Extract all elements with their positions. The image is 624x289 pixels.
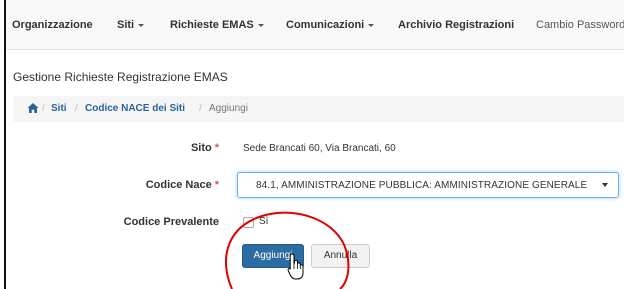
breadcrumb-separator: / [199, 103, 202, 114]
sito-label-text: Sito [190, 142, 212, 154]
nav-comunicazioni-label: Comunicazioni [286, 19, 365, 31]
nav-organizzazione[interactable]: Organizzazione [12, 19, 93, 31]
page-title: Gestione Richieste Registrazione EMAS [13, 70, 228, 84]
codice-prevalente-checkbox[interactable] [243, 217, 254, 228]
chevron-down-icon [602, 183, 608, 187]
chevron-down-icon [257, 23, 264, 27]
sito-label: Sito * [140, 142, 219, 154]
nav-richieste-emas-label: Richieste EMAS [170, 19, 254, 31]
codice-nace-label: Codice Nace * [120, 179, 219, 191]
codice-prevalente-label: Codice Prevalente [123, 216, 219, 228]
nav-siti-label: Siti [117, 19, 135, 31]
breadcrumb-separator: / [42, 103, 45, 114]
required-marker: * [214, 179, 219, 191]
breadcrumb-separator: / [75, 103, 78, 114]
chevron-down-icon [368, 23, 375, 27]
nav-cambio-password[interactable]: Cambio Password [536, 19, 624, 31]
sito-value: Sede Brancati 60, Via Brancati, 60 [243, 143, 396, 154]
chevron-down-icon [138, 23, 145, 27]
home-icon[interactable] [27, 102, 39, 114]
codice-nace-selected-value: 84.1, AMMINISTRAZIONE PUBBLICA: AMMINIST… [256, 180, 588, 191]
codice-nace-select[interactable]: 84.1, AMMINISTRAZIONE PUBBLICA: AMMINIST… [237, 172, 619, 198]
breadcrumb-siti[interactable]: Siti [51, 103, 67, 114]
breadcrumb-codice-nace[interactable]: Codice NACE dei Siti [85, 103, 185, 114]
nav-comunicazioni[interactable]: Comunicazioni [286, 19, 375, 31]
codice-nace-label-text: Codice Nace [145, 179, 212, 191]
nav-siti[interactable]: Siti [117, 19, 145, 31]
breadcrumb: / Siti / Codice NACE dei Siti / Aggiungi [13, 96, 624, 122]
cancel-button[interactable]: Annulla [311, 244, 370, 268]
required-marker: * [214, 142, 219, 154]
nav-archivio-registrazioni[interactable]: Archivio Registrazioni [398, 19, 514, 31]
breadcrumb-aggiungi: Aggiungi [209, 103, 248, 114]
nav-richieste-emas[interactable]: Richieste EMAS [170, 19, 264, 31]
codice-prevalente-checkbox-label[interactable]: Sì [259, 216, 268, 227]
top-navbar: Organizzazione Siti Richieste EMAS Comun… [6, 0, 624, 50]
add-button[interactable]: Aggiungi [242, 244, 304, 268]
